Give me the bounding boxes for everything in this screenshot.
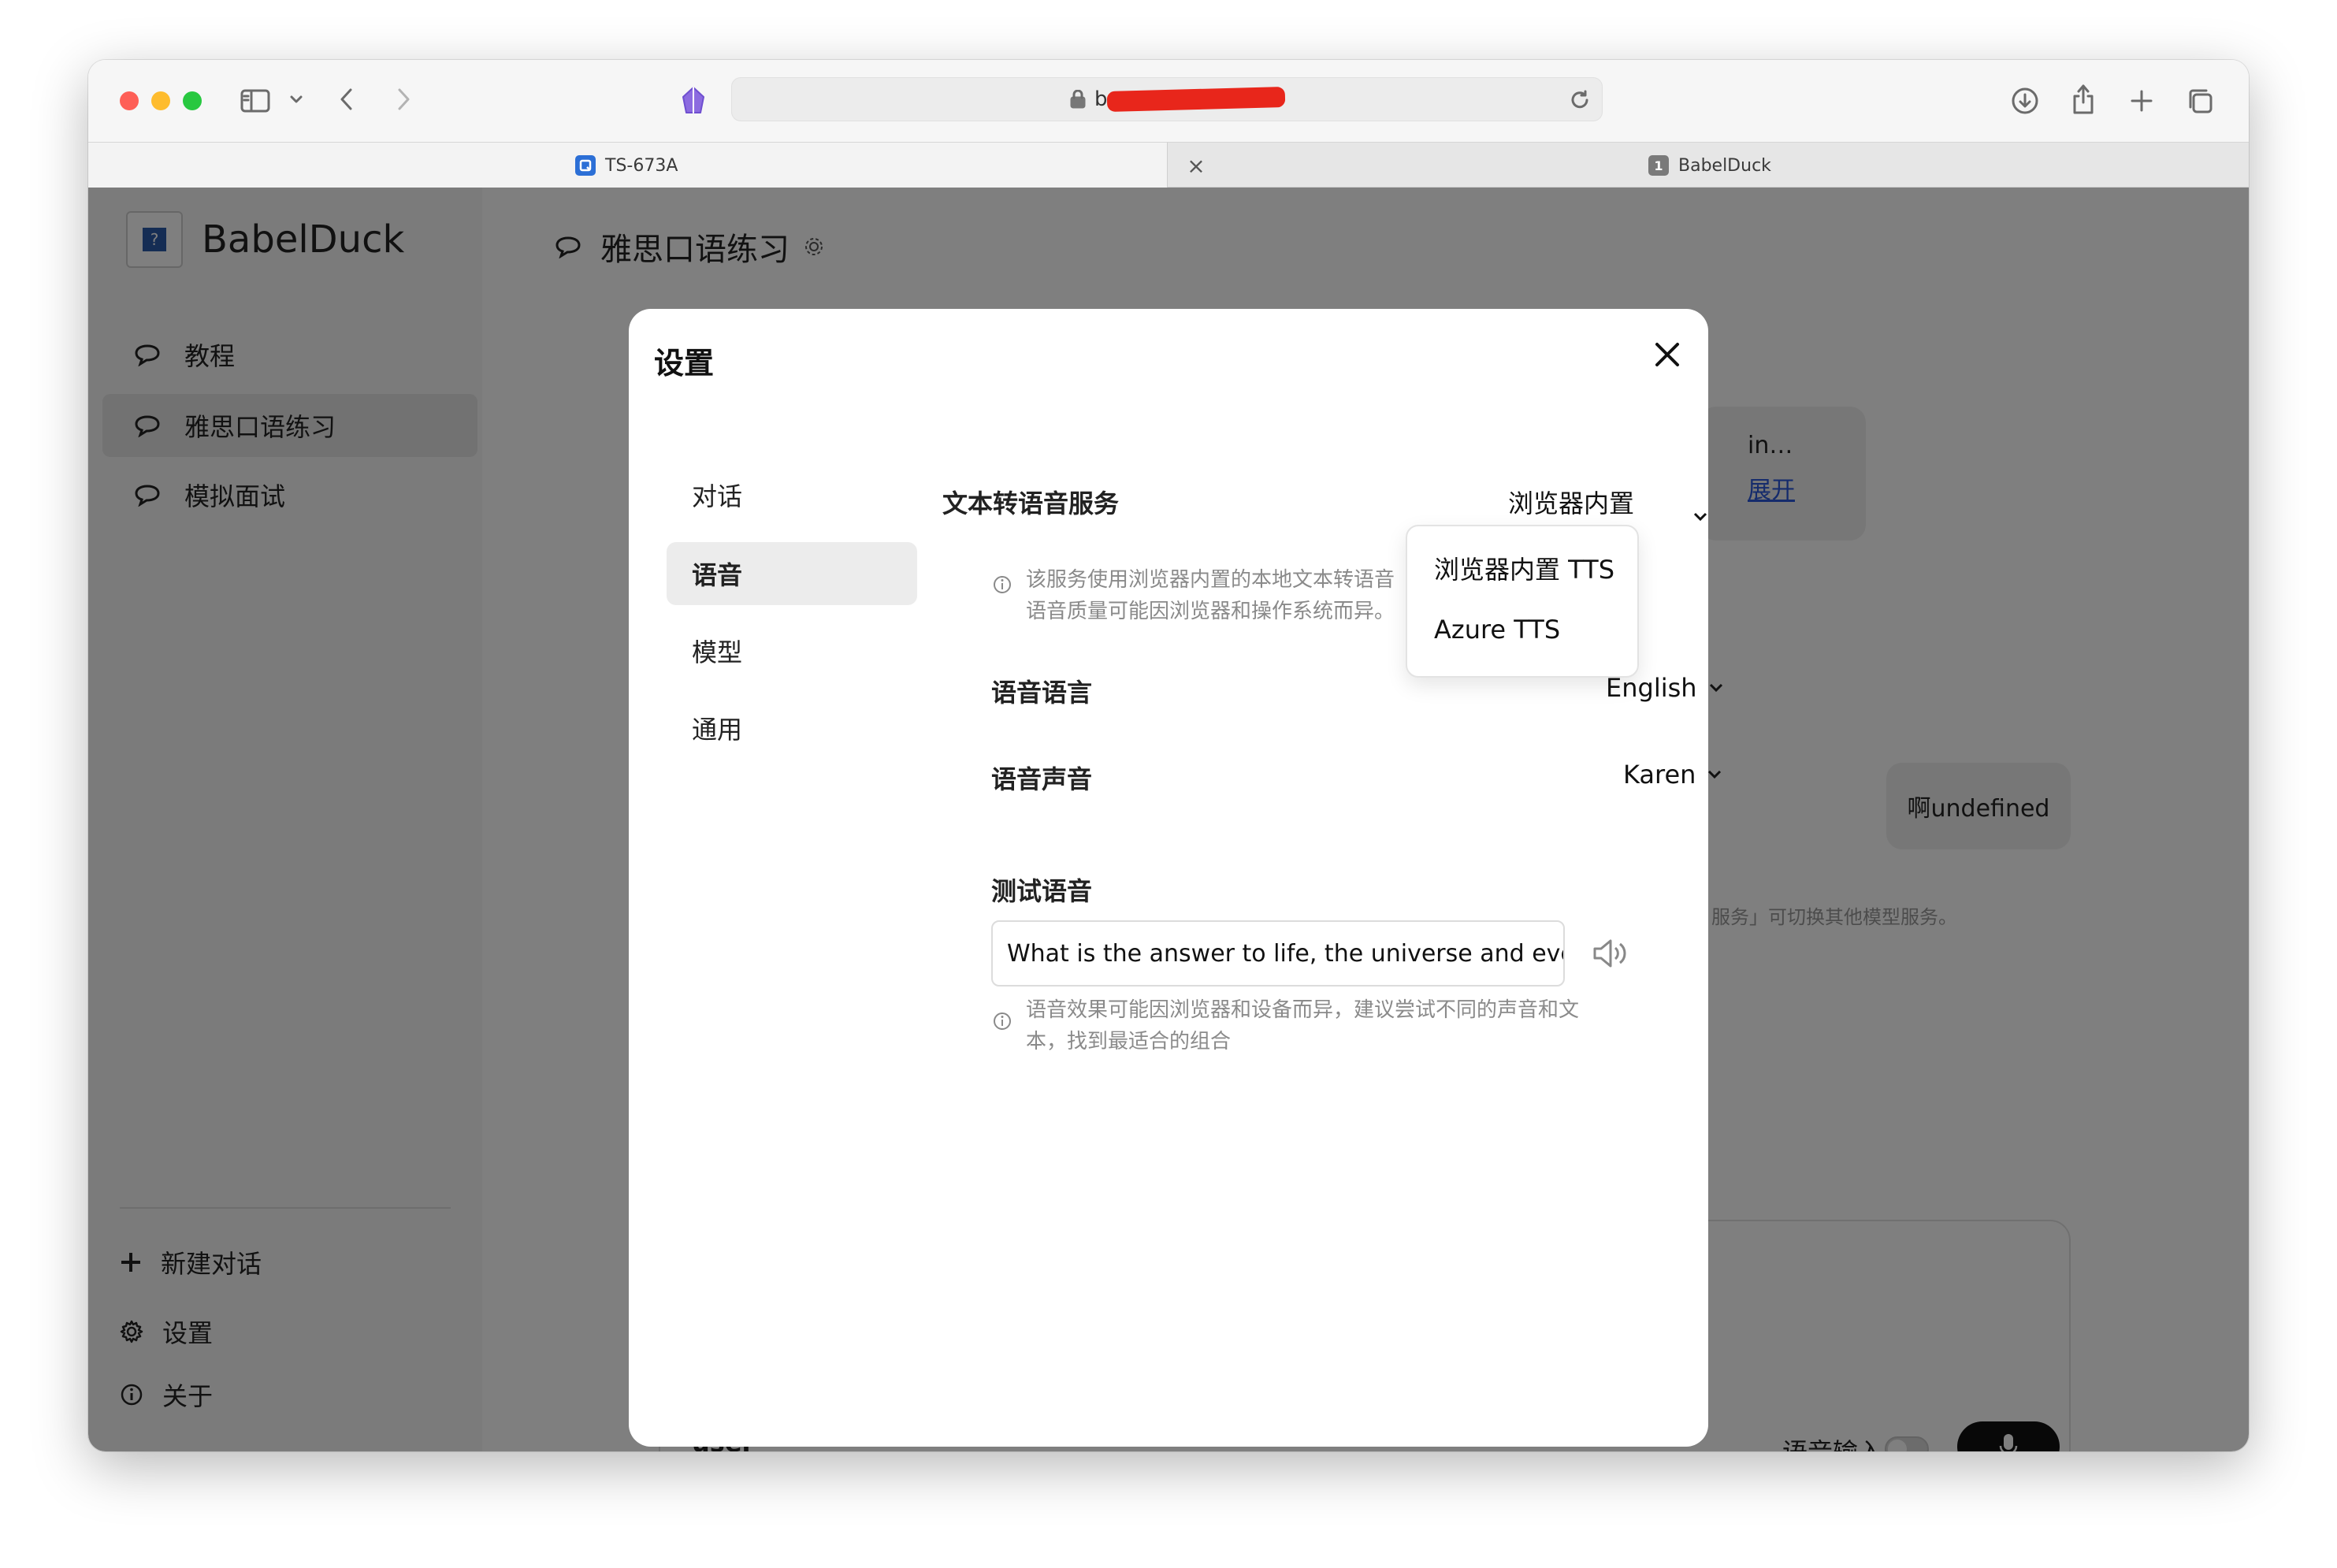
forward-icon[interactable]: [388, 84, 419, 115]
extension-icon[interactable]: [676, 84, 711, 118]
close-tab-icon[interactable]: ×: [1180, 143, 1212, 188]
tts-service-label: 文本转语音服务: [942, 489, 1120, 518]
voice-language-label: 语音语言: [991, 678, 1093, 708]
tts-info-line1: 该服务使用浏览器内置的本地文本转语音: [1026, 568, 1395, 592]
browser-toolbar: b: [88, 60, 2249, 142]
tab-babelduck[interactable]: 1 BabelDuck: [1648, 143, 1771, 188]
lock-icon: [1068, 89, 1088, 110]
reload-icon[interactable]: [1567, 87, 1592, 113]
test-voice-input[interactable]: What is the answer to life, the universe…: [991, 920, 1565, 987]
close-icon[interactable]: [1653, 340, 1681, 369]
chevron-down-icon: [1697, 682, 1724, 693]
tts-info-line2: 语音质量可能因浏览器和操作系统而异。: [1026, 600, 1395, 623]
tab-overview-icon[interactable]: [2183, 84, 2217, 118]
tab-general[interactable]: 通用: [667, 697, 917, 760]
chevron-down-icon: [1696, 769, 1722, 780]
tab-bar: TS-673A × 1 BabelDuck: [88, 142, 2249, 188]
minimize-window-button[interactable]: [151, 91, 170, 110]
app-area: ? BabelDuck 教程 雅思口语练习 模拟面试: [88, 188, 2249, 1451]
chevron-down-icon[interactable]: [287, 90, 306, 109]
test-info-line1: 语音效果可能因浏览器和设备而异，建议尝试不同的声音和文: [1026, 998, 1580, 1022]
modal-title: 设置: [654, 346, 715, 381]
share-icon[interactable]: [2066, 80, 2101, 118]
test-voice-info: 语音效果可能因浏览器和设备而异，建议尝试不同的声音和文 本，找到最适合的组合: [993, 994, 1579, 1057]
tab-voice[interactable]: 语音: [667, 542, 917, 605]
test-info-line2: 本，找到最适合的组合: [1026, 1030, 1232, 1053]
tab-conversation[interactable]: 对话: [667, 463, 917, 526]
speaker-icon[interactable]: [1592, 936, 1629, 971]
tab-ts-673a[interactable]: TS-673A: [88, 143, 1168, 188]
tts-info: 该服务使用浏览器内置的本地文本转语音 语音质量可能因浏览器和操作系统而异。: [993, 564, 1395, 627]
settings-modal: 设置 对话 语音 模型 通用 文本转语音服务 浏览器内置 TTS 该服务使用: [629, 309, 1722, 1447]
tab-model[interactable]: 模型: [667, 619, 917, 682]
tab-title: TS-673A: [605, 155, 678, 176]
browser-window: b TS-673A × 1 BabelDuck 设置 对话 语音 模型 通用 文…: [88, 60, 2249, 1451]
voice-select[interactable]: Karen: [1623, 760, 1722, 790]
new-tab-icon[interactable]: [2124, 84, 2159, 118]
app-favicon-icon: [575, 155, 596, 176]
info-icon: [993, 1009, 1012, 1040]
close-window-button[interactable]: [120, 91, 139, 110]
voice-label: 语音声音: [991, 764, 1093, 794]
download-icon[interactable]: [2008, 84, 2042, 118]
sidebar-toggle-icon[interactable]: [238, 84, 273, 118]
tab-number-icon: 1: [1648, 155, 1669, 176]
zoom-window-button[interactable]: [183, 91, 202, 110]
address-bar[interactable]: b: [731, 77, 1603, 121]
address-text: b: [1094, 87, 1108, 111]
info-icon: [993, 572, 1012, 604]
tab-title: BabelDuck: [1678, 155, 1771, 176]
redaction-mark: [1106, 87, 1286, 112]
voice-value: Karen: [1623, 760, 1696, 790]
dropdown-option-azure-tts[interactable]: Azure TTS: [1434, 615, 1560, 645]
tts-service-dropdown: 浏览器内置 TTS Azure TTS: [1406, 525, 1639, 678]
back-icon[interactable]: [331, 84, 362, 115]
chevron-down-icon: [1681, 511, 1708, 522]
dropdown-option-browser-tts[interactable]: 浏览器内置 TTS: [1434, 550, 1614, 586]
test-voice-label: 测试语音: [991, 876, 1093, 906]
